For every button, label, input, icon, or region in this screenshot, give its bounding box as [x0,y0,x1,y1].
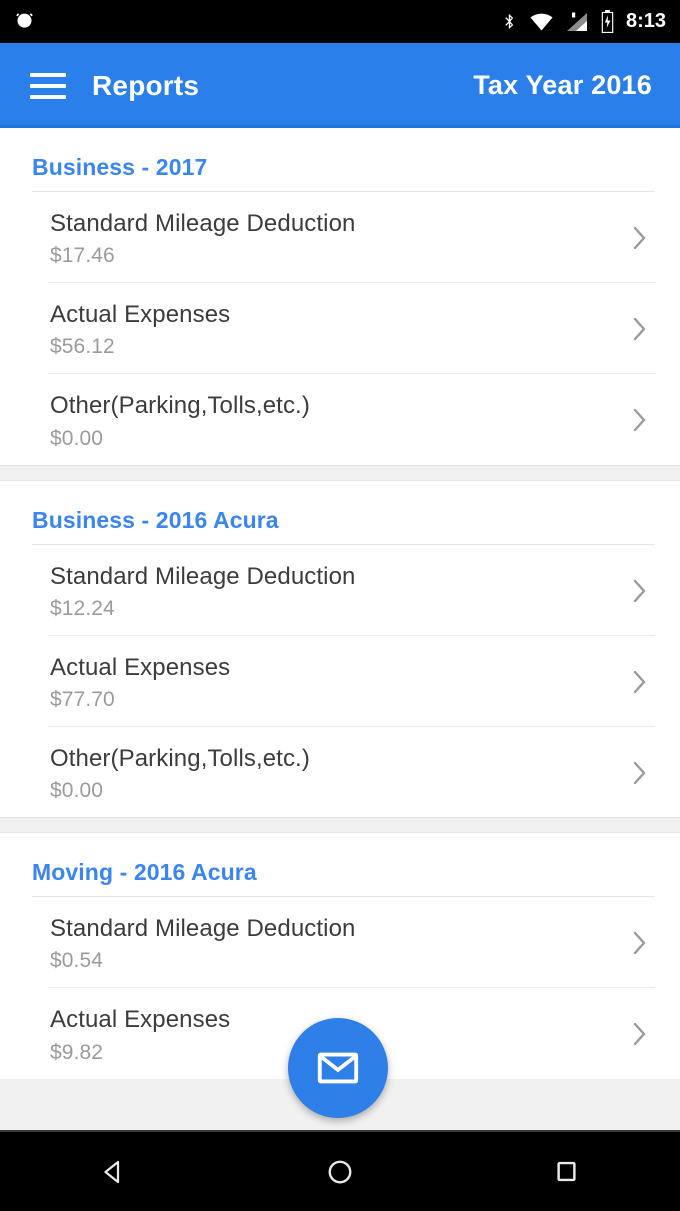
tax-year-selector[interactable]: Tax Year 2016 [473,70,652,101]
cellular-signal-icon [566,12,587,31]
chevron-right-icon [622,757,656,789]
chevron-right-icon [622,1018,656,1050]
report-row[interactable]: Standard Mileage Deduction $0.54 [0,897,680,987]
report-row-amount: $77.70 [50,687,115,711]
email-envelope-icon [317,1052,359,1084]
status-bar-right: 8:13 [501,10,666,33]
chevron-right-icon [622,313,656,345]
app-bar: Reports Tax Year 2016 [0,43,680,128]
report-row-text: Other(Parking,Tolls,etc.) $0.00 [50,390,622,450]
report-section: Business - 2016 Acura Standard Mileage De… [0,480,680,818]
chevron-right-icon [622,222,656,254]
report-row-amount: $56.12 [50,335,115,359]
report-row-title: Actual Expenses [50,653,231,681]
report-row-title: Other(Parking,Tolls,etc.) [50,744,310,772]
back-triangle-icon [104,1160,120,1183]
reports-list[interactable]: Business - 2017 Standard Mileage Deductio… [0,128,680,1130]
report-row-text: Standard Mileage Deduction $12.24 [50,561,622,621]
nav-home-button[interactable] [280,1131,400,1211]
report-row-text: Other(Parking,Tolls,etc.) $0.00 [50,743,622,803]
chevron-right-icon [622,927,656,959]
report-row-title: Standard Mileage Deduction [50,210,356,237]
hamburger-menu-icon[interactable] [30,72,66,99]
section-header: Business - 2017 [32,154,208,180]
report-row[interactable]: Other(Parking,Tolls,etc.) $0.00 [0,374,680,464]
section-separator [0,817,680,834]
page-title: Reports [92,69,200,101]
report-row-title: Other(Parking,Tolls,etc.) [50,392,310,420]
nav-back-button[interactable] [53,1131,173,1211]
report-row-title: Standard Mileage Deduction [50,562,356,590]
report-row-text: Actual Expenses $56.12 [50,299,622,359]
report-row-amount: $0.00 [50,779,104,803]
recents-square-icon [557,1161,576,1182]
report-row-text: Standard Mileage Deduction $0.54 [50,913,622,973]
bluetooth-icon [505,14,514,29]
nav-recents-button[interactable] [507,1131,627,1211]
report-row-amount: $0.00 [50,426,104,450]
report-row[interactable]: Standard Mileage Deduction $17.46 [0,192,680,282]
chevron-right-icon [622,666,656,698]
chevron-right-icon [622,404,656,436]
report-row-amount: $17.46 [50,244,115,268]
status-bar-left [14,11,35,32]
android-navigation-bar [0,1130,680,1211]
section-header: Business - 2016 Acura [32,506,279,533]
chevron-right-icon [622,575,656,607]
report-row-text: Actual Expenses $77.70 [50,652,622,712]
wifi-icon [530,13,553,30]
report-row-amount: $0.54 [50,949,104,973]
report-row[interactable]: Actual Expenses $77.70 [0,636,680,726]
report-row[interactable]: Standard Mileage Deduction $12.24 [0,545,680,635]
report-section: Business - 2017 Standard Mileage Deductio… [0,128,680,465]
report-row[interactable]: Actual Expenses $56.12 [0,283,680,373]
section-header: Moving - 2016 Acura [32,859,257,886]
report-row[interactable]: Other(Parking,Tolls,etc.) $0.00 [0,727,680,817]
report-row-amount: $12.24 [50,596,115,620]
report-row-title: Standard Mileage Deduction [50,915,356,943]
email-report-fab[interactable] [288,1018,388,1118]
status-bar: 8:13 [0,0,680,43]
report-row-title: Actual Expenses [50,301,231,329]
report-row-text: Standard Mileage Deduction $17.46 [50,208,622,268]
status-bar-clock: 8:13 [625,10,666,32]
phone-screen: 8:13 Reports Tax Year 2016 Business - 20… [0,0,680,1211]
home-circle-icon [328,1160,352,1183]
alarm-icon [16,13,33,28]
section-separator [0,464,680,481]
battery-icon [601,10,614,33]
